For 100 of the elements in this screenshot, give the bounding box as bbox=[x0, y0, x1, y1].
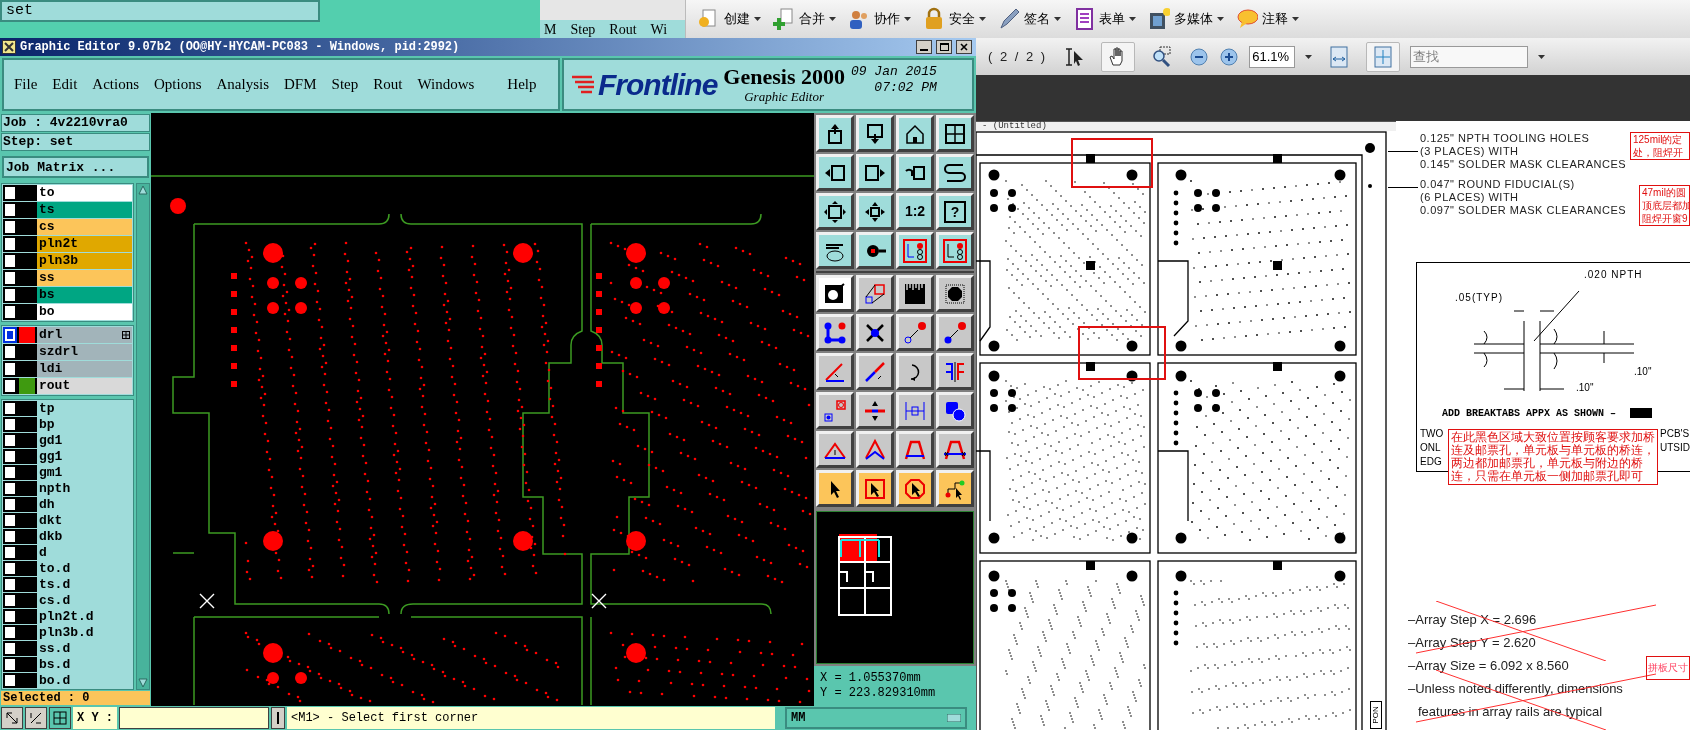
pcb-layout-drawing[interactable] bbox=[151, 113, 814, 706]
menu-item[interactable]: M bbox=[544, 22, 557, 38]
layer-checkbox[interactable] bbox=[3, 657, 17, 672]
layer-name[interactable]: dkt bbox=[37, 513, 132, 528]
tool-button[interactable] bbox=[49, 707, 71, 729]
minimize-button[interactable] bbox=[916, 40, 932, 54]
layer-checkbox[interactable] bbox=[3, 287, 17, 303]
layer-checkbox[interactable] bbox=[3, 185, 17, 201]
layer-checkbox[interactable] bbox=[3, 417, 17, 432]
layer-checkbox[interactable] bbox=[3, 513, 17, 528]
tool-button[interactable] bbox=[25, 707, 47, 729]
layer-color-swatch[interactable] bbox=[19, 378, 35, 394]
task-button[interactable]: 创建 bbox=[698, 7, 761, 31]
layer-name[interactable]: bs bbox=[37, 287, 132, 303]
close-button[interactable] bbox=[956, 40, 972, 54]
menu-item[interactable]: Rout bbox=[609, 22, 637, 38]
layer-name[interactable]: pln2t bbox=[37, 236, 132, 252]
menu-item[interactable]: Step bbox=[331, 73, 359, 96]
layer-checkbox[interactable] bbox=[3, 401, 17, 416]
task-button[interactable]: 协作 bbox=[848, 7, 911, 31]
layer-name[interactable]: to bbox=[37, 185, 132, 201]
layer-name[interactable]: cs.d bbox=[37, 593, 132, 608]
text-field[interactable]: set bbox=[0, 0, 320, 22]
layer-checkbox[interactable] bbox=[3, 449, 17, 464]
xy-input[interactable] bbox=[119, 707, 269, 729]
layer-name[interactable]: ss bbox=[37, 270, 132, 286]
zoom-field[interactable]: 61.1% bbox=[1249, 45, 1296, 68]
layer-name[interactable]: bo.d bbox=[37, 673, 132, 688]
units-dropdown[interactable]: MM bbox=[785, 707, 967, 729]
tool-button[interactable] bbox=[1, 707, 23, 729]
layer-checkbox[interactable] bbox=[3, 609, 17, 624]
layer-checkbox[interactable] bbox=[3, 673, 17, 688]
tool-button[interactable] bbox=[271, 707, 285, 729]
menu-item[interactable]: Rout bbox=[373, 73, 403, 96]
layer-name[interactable]: to.d bbox=[37, 561, 132, 576]
menu-item[interactable]: File bbox=[14, 73, 38, 96]
layer-name[interactable]: ts.d bbox=[37, 577, 132, 592]
layer-name[interactable]: pln2t.d bbox=[37, 609, 132, 624]
layer-color-swatch[interactable] bbox=[19, 327, 35, 343]
job-matrix-button[interactable]: Job Matrix ... bbox=[2, 156, 149, 178]
layer-checkbox[interactable] bbox=[3, 529, 17, 544]
layer-name[interactable]: ts bbox=[37, 202, 132, 218]
layer-name[interactable]: ss.d bbox=[37, 641, 132, 656]
layer-name[interactable]: drl bbox=[37, 327, 132, 343]
layer-name[interactable]: rout bbox=[37, 378, 132, 394]
layer-checkbox[interactable] bbox=[3, 236, 17, 252]
minimap-drawing[interactable] bbox=[816, 511, 974, 664]
layer-checkbox[interactable] bbox=[3, 433, 17, 448]
layer-checkbox[interactable] bbox=[3, 593, 17, 608]
layer-name[interactable]: bs.d bbox=[37, 657, 132, 672]
layer-checkbox[interactable] bbox=[3, 497, 17, 512]
layer-name[interactable]: dh bbox=[37, 497, 132, 512]
layer-checkbox[interactable] bbox=[3, 465, 17, 480]
task-button[interactable]: 合并 bbox=[773, 7, 836, 31]
layer-checkbox[interactable] bbox=[3, 561, 17, 576]
layer-name[interactable]: szdrl bbox=[37, 344, 132, 360]
zoom-out-button[interactable] bbox=[1189, 46, 1210, 67]
layer-name[interactable]: gg1 bbox=[37, 449, 132, 464]
layer-checkbox[interactable] bbox=[3, 545, 17, 560]
layer-name[interactable]: tp bbox=[37, 401, 132, 416]
menu-item[interactable]: Wi bbox=[650, 22, 668, 38]
layer-checkbox[interactable] bbox=[3, 219, 17, 235]
layer-checkbox[interactable] bbox=[3, 270, 17, 286]
layer-name[interactable]: cs bbox=[37, 219, 132, 235]
layer-name[interactable]: gm1 bbox=[37, 465, 132, 480]
layer-checkbox[interactable] bbox=[3, 641, 17, 656]
layer-checkbox[interactable] bbox=[3, 361, 17, 377]
menu-item[interactable]: DFM bbox=[284, 73, 317, 96]
menu-item[interactable]: Analysis bbox=[216, 73, 270, 96]
layer-name[interactable]: ldi bbox=[37, 361, 132, 377]
task-button[interactable]: 注释 bbox=[1236, 7, 1299, 31]
menu-item[interactable]: Options bbox=[154, 73, 202, 96]
search-field[interactable]: 查找 bbox=[1410, 45, 1529, 68]
task-button[interactable]: 签名 bbox=[998, 7, 1061, 31]
layer-checkbox[interactable] bbox=[3, 577, 17, 592]
maximize-button[interactable] bbox=[936, 40, 952, 54]
task-button[interactable]: 表单 bbox=[1073, 7, 1136, 31]
layer-checkbox[interactable] bbox=[3, 344, 17, 360]
menu-item[interactable]: Edit bbox=[52, 73, 78, 96]
layer-name[interactable]: npth bbox=[37, 481, 132, 496]
tool-button[interactable]: ? bbox=[936, 193, 974, 230]
layer-name[interactable]: pln3b.d bbox=[37, 625, 132, 640]
layer-name[interactable]: d bbox=[37, 545, 132, 560]
layer-checkbox[interactable] bbox=[3, 625, 17, 640]
layer-checkbox[interactable] bbox=[3, 327, 17, 343]
layer-name[interactable]: dkb bbox=[37, 529, 132, 544]
task-button[interactable]: 多媒体 bbox=[1148, 7, 1224, 31]
menu-item[interactable]: Help bbox=[507, 73, 537, 96]
layer-name[interactable]: pln3b bbox=[37, 253, 132, 269]
layer-checkbox[interactable] bbox=[3, 481, 17, 496]
layer-name[interactable]: bp bbox=[37, 417, 132, 432]
layer-checkbox[interactable] bbox=[3, 378, 17, 394]
layer-name[interactable]: bo bbox=[37, 304, 132, 320]
layer-checkbox[interactable] bbox=[3, 202, 17, 218]
task-button[interactable]: 安全 bbox=[923, 7, 986, 31]
menu-item[interactable]: Step bbox=[570, 22, 596, 38]
zoom-in-button[interactable] bbox=[1219, 46, 1240, 67]
layer-name[interactable]: gd1 bbox=[37, 433, 132, 448]
tool-button[interactable]: 1:2 bbox=[896, 193, 934, 230]
menu-item[interactable]: Actions bbox=[92, 73, 139, 96]
